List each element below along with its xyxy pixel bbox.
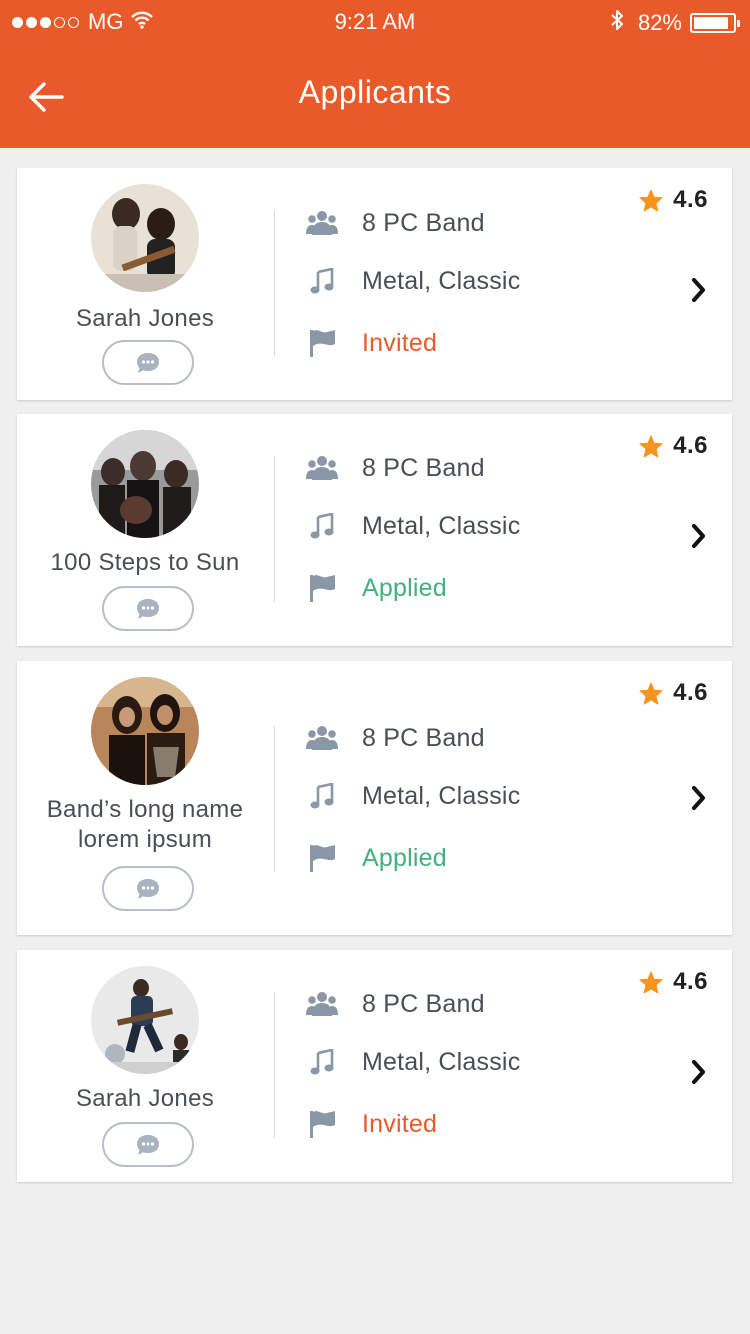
members-text: 8 PC Band [362,208,485,237]
status-text: Applied [362,573,447,602]
chat-button[interactable] [102,586,194,631]
members-text: 8 PC Band [362,723,485,752]
genres-text: Metal, Classic [362,511,521,540]
status-row: Invited [305,325,437,361]
applicant-name: Sarah Jones [75,1085,215,1112]
chat-bubble-icon [137,352,159,373]
star-icon [639,971,663,993]
genres-row: Metal, Classic [305,263,520,299]
flag-icon [305,1107,339,1141]
flag-icon [305,571,339,605]
music-note-icon [305,264,339,298]
genres-text: Metal, Classic [362,1047,521,1076]
applicant-card[interactable]: Band’s long name lorem ipsum 8 PC Band M… [17,661,732,935]
status-row: Invited [305,1106,437,1142]
applicant-avatar [91,430,199,538]
battery-icon [690,13,740,33]
column-divider [274,456,275,602]
chat-button[interactable] [102,340,194,385]
applicant-name: 100 Steps to Sun [50,549,240,576]
applicant-avatar [91,966,199,1074]
members-row: 8 PC Band [305,450,485,486]
applicant-card[interactable]: Sarah Jones 8 PC Band Metal, Classic Inv… [17,168,732,400]
genres-row: Metal, Classic [305,1044,520,1080]
flag-icon [305,841,339,875]
members-text: 8 PC Band [362,453,485,482]
group-icon [305,987,339,1021]
status-row: Applied [305,570,447,606]
applicant-avatar [91,184,199,292]
members-row: 8 PC Band [305,205,485,241]
rating: 4.6 [639,432,708,460]
applicant-card[interactable]: 100 Steps to Sun 8 PC Band Metal, Classi… [17,414,732,646]
status-text: Applied [362,843,447,872]
applicant-name: Sarah Jones [75,305,215,332]
applicant-card[interactable]: Sarah Jones 8 PC Band Metal, Classic Inv… [17,950,732,1182]
chat-button[interactable] [102,866,194,911]
chat-bubble-icon [137,1134,159,1155]
members-text: 8 PC Band [362,989,485,1018]
chat-button[interactable] [102,1122,194,1167]
chat-bubble-icon [137,598,159,619]
star-icon [639,189,663,211]
rating-value: 4.6 [673,186,708,213]
star-icon [639,435,663,457]
chat-bubble-icon [137,878,159,899]
battery-percent: 82% [637,10,682,35]
rating: 4.6 [639,186,708,214]
status-text: Invited [362,1109,438,1138]
page-title: Applicants [298,74,452,110]
status-text: Invited [362,328,438,357]
column-divider [274,992,275,1138]
music-note-icon [305,1045,339,1079]
genres-row: Metal, Classic [305,778,520,814]
star-icon [639,682,663,704]
chevron-right-icon[interactable] [688,522,710,550]
flag-icon [305,326,339,360]
music-note-icon [305,509,339,543]
column-divider [274,210,275,356]
chevron-right-icon[interactable] [688,276,710,304]
applicant-name: Band’s long name lorem ipsum [46,796,244,853]
status-row: Applied [305,840,447,876]
music-note-icon [305,779,339,813]
members-row: 8 PC Band [305,720,485,756]
rating: 4.6 [639,968,708,996]
group-icon [305,451,339,485]
chevron-right-icon[interactable] [688,784,710,812]
group-icon [305,206,339,240]
rating: 4.6 [639,679,708,707]
genres-row: Metal, Classic [305,508,520,544]
group-icon [305,721,339,755]
chevron-right-icon[interactable] [688,1058,710,1086]
app-header: MG 9:21 AM 82% Applicants [0,0,750,148]
rating-value: 4.6 [673,968,708,995]
status-bar: MG 9:21 AM 82% [0,0,750,42]
applicant-avatar [91,677,199,785]
rating-value: 4.6 [673,432,708,459]
bluetooth-icon [610,9,624,37]
column-divider [274,726,275,872]
genres-text: Metal, Classic [362,781,521,810]
members-row: 8 PC Band [305,986,485,1022]
genres-text: Metal, Classic [362,266,521,295]
rating-value: 4.6 [673,679,708,706]
